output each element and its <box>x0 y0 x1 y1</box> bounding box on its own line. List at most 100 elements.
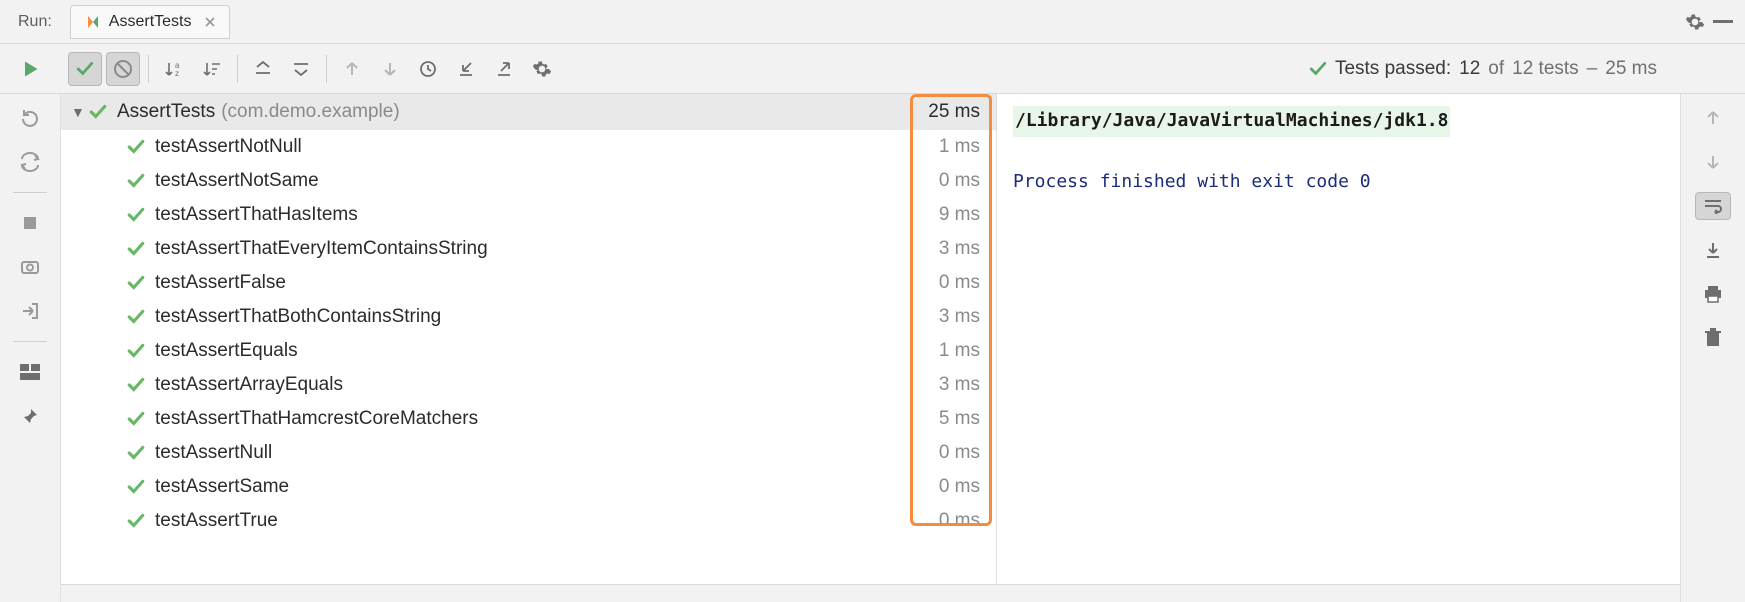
check-icon <box>127 342 145 360</box>
test-name: testAssertFalse <box>155 272 286 294</box>
tree-root-row[interactable]: ▼ AssertTests (com.demo.example) 25 ms <box>61 94 996 130</box>
test-name: testAssertEquals <box>155 340 298 362</box>
check-icon <box>127 138 145 156</box>
left-gutter <box>0 94 60 602</box>
summary-total: 12 tests <box>1512 58 1579 80</box>
tree-row[interactable]: testAssertThatHamcrestCoreMatchers 5 ms <box>61 402 996 436</box>
test-duration: 0 ms <box>939 510 996 532</box>
test-duration: 9 ms <box>939 204 996 226</box>
tab-assert-tests[interactable]: AssertTests <box>70 5 231 39</box>
collapse-all-button[interactable] <box>284 52 318 86</box>
content-area: ▼ AssertTests (com.demo.example) 25 ms t… <box>60 94 1681 602</box>
check-icon <box>127 240 145 258</box>
test-tree[interactable]: ▼ AssertTests (com.demo.example) 25 ms t… <box>61 94 997 602</box>
console-output[interactable]: /Library/Java/JavaVirtualMachines/jdk1.8… <box>997 94 1680 602</box>
next-failed-button[interactable] <box>373 52 407 86</box>
test-duration: 3 ms <box>939 306 996 328</box>
sort-alphabetically-button[interactable]: az <box>157 52 191 86</box>
tree-row[interactable]: testAssertEquals 1 ms <box>61 334 996 368</box>
test-duration: 1 ms <box>939 136 996 158</box>
tree-row[interactable]: testAssertThatEveryItemContainsString 3 m… <box>61 232 996 266</box>
check-icon <box>89 103 107 121</box>
console-exit-line: Process finished with exit code 0 <box>1013 167 1664 198</box>
soft-wrap-button[interactable] <box>1695 192 1731 220</box>
test-name: testAssertArrayEquals <box>155 374 343 396</box>
export-results-button[interactable] <box>487 52 521 86</box>
test-duration: 0 ms <box>939 442 996 464</box>
tree-row[interactable]: testAssertNotNull 1 ms <box>61 130 996 164</box>
toggle-autotest-button[interactable] <box>12 148 48 176</box>
tree-row[interactable]: testAssertNotSame0 ms <box>61 164 996 198</box>
show-ignored-toggle[interactable] <box>106 52 140 86</box>
test-name: testAssertThatBothContainsString <box>155 306 441 328</box>
test-name: testAssertThatEveryItemContainsString <box>155 238 488 260</box>
tree-row[interactable]: testAssertTrue 0 ms <box>61 504 996 538</box>
layout-button[interactable] <box>12 358 48 386</box>
test-duration: 3 ms <box>939 238 996 260</box>
test-settings-button[interactable] <box>525 52 559 86</box>
tests-summary: Tests passed: 12 of 12 tests – 25 ms <box>1309 58 1673 80</box>
tree-row[interactable]: testAssertArrayEquals 3 ms <box>61 368 996 402</box>
pin-button[interactable] <box>12 402 48 430</box>
test-duration: 0 ms <box>939 476 996 498</box>
sort-by-duration-button[interactable] <box>195 52 229 86</box>
tree-row[interactable]: testAssertNull 0 ms <box>61 436 996 470</box>
print-button[interactable] <box>1695 280 1731 308</box>
scroll-down-button[interactable] <box>1695 148 1731 176</box>
close-icon[interactable] <box>205 17 215 27</box>
show-passed-toggle[interactable] <box>68 52 102 86</box>
test-duration: 5 ms <box>939 408 996 430</box>
check-icon <box>127 410 145 428</box>
exit-button[interactable] <box>12 297 48 325</box>
test-toolbar: az <box>60 44 1681 94</box>
scroll-up-button[interactable] <box>1695 104 1731 132</box>
test-name: testAssertNotNull <box>155 136 302 158</box>
hide-icon[interactable] <box>1709 16 1737 28</box>
import-results-button[interactable] <box>449 52 483 86</box>
right-gutter <box>1681 94 1745 602</box>
root-duration: 25 ms <box>928 101 996 123</box>
test-name: testAssertNotSame <box>155 170 319 192</box>
test-duration: 0 ms <box>939 272 996 294</box>
rerun-failed-button[interactable] <box>12 104 48 132</box>
test-name: testAssertThatHamcrestCoreMatchers <box>155 408 478 430</box>
tree-row[interactable]: testAssertThatHasItems 9 ms <box>61 198 996 232</box>
test-name: testAssertSame <box>155 476 289 498</box>
dump-threads-button[interactable] <box>12 253 48 281</box>
test-name: testAssertThatHasItems <box>155 204 358 226</box>
scroll-to-end-button[interactable] <box>1695 236 1731 264</box>
console-path: /Library/Java/JavaVirtualMachines/jdk1.8 <box>1013 106 1450 137</box>
summary-passed: 12 <box>1459 58 1480 80</box>
test-name: testAssertNull <box>155 442 272 464</box>
scrollbar-track[interactable] <box>61 584 1680 602</box>
stop-button[interactable] <box>12 209 48 237</box>
check-icon <box>127 206 145 224</box>
test-history-button[interactable] <box>411 52 445 86</box>
test-name: testAssertTrue <box>155 510 278 532</box>
check-icon <box>127 172 145 190</box>
prev-failed-button[interactable] <box>335 52 369 86</box>
check-icon <box>127 512 145 530</box>
summary-prefix: Tests passed: <box>1335 58 1451 80</box>
check-icon <box>127 376 145 394</box>
tree-row[interactable]: testAssertThatBothContainsString 3 ms <box>61 300 996 334</box>
check-icon <box>127 274 145 292</box>
collapse-arrow-icon[interactable]: ▼ <box>71 104 89 120</box>
tab-bar: Run: AssertTests <box>0 0 1745 44</box>
clear-all-button[interactable] <box>1695 324 1731 352</box>
expand-all-button[interactable] <box>246 52 280 86</box>
check-icon <box>127 444 145 462</box>
summary-dash: – <box>1587 58 1598 80</box>
summary-time: 25 ms <box>1605 58 1657 80</box>
check-icon <box>127 308 145 326</box>
svg-text:z: z <box>175 69 179 78</box>
run-button[interactable] <box>12 55 48 83</box>
tab-label: AssertTests <box>109 13 192 31</box>
summary-mid: of <box>1488 58 1504 80</box>
tree-row[interactable]: testAssertFalse 0 ms <box>61 266 996 300</box>
gear-icon[interactable] <box>1681 8 1709 36</box>
tree-row[interactable]: testAssertSame 0 ms <box>61 470 996 504</box>
check-icon <box>127 478 145 496</box>
test-duration: 1 ms <box>939 340 996 362</box>
test-duration: 3 ms <box>939 374 996 396</box>
